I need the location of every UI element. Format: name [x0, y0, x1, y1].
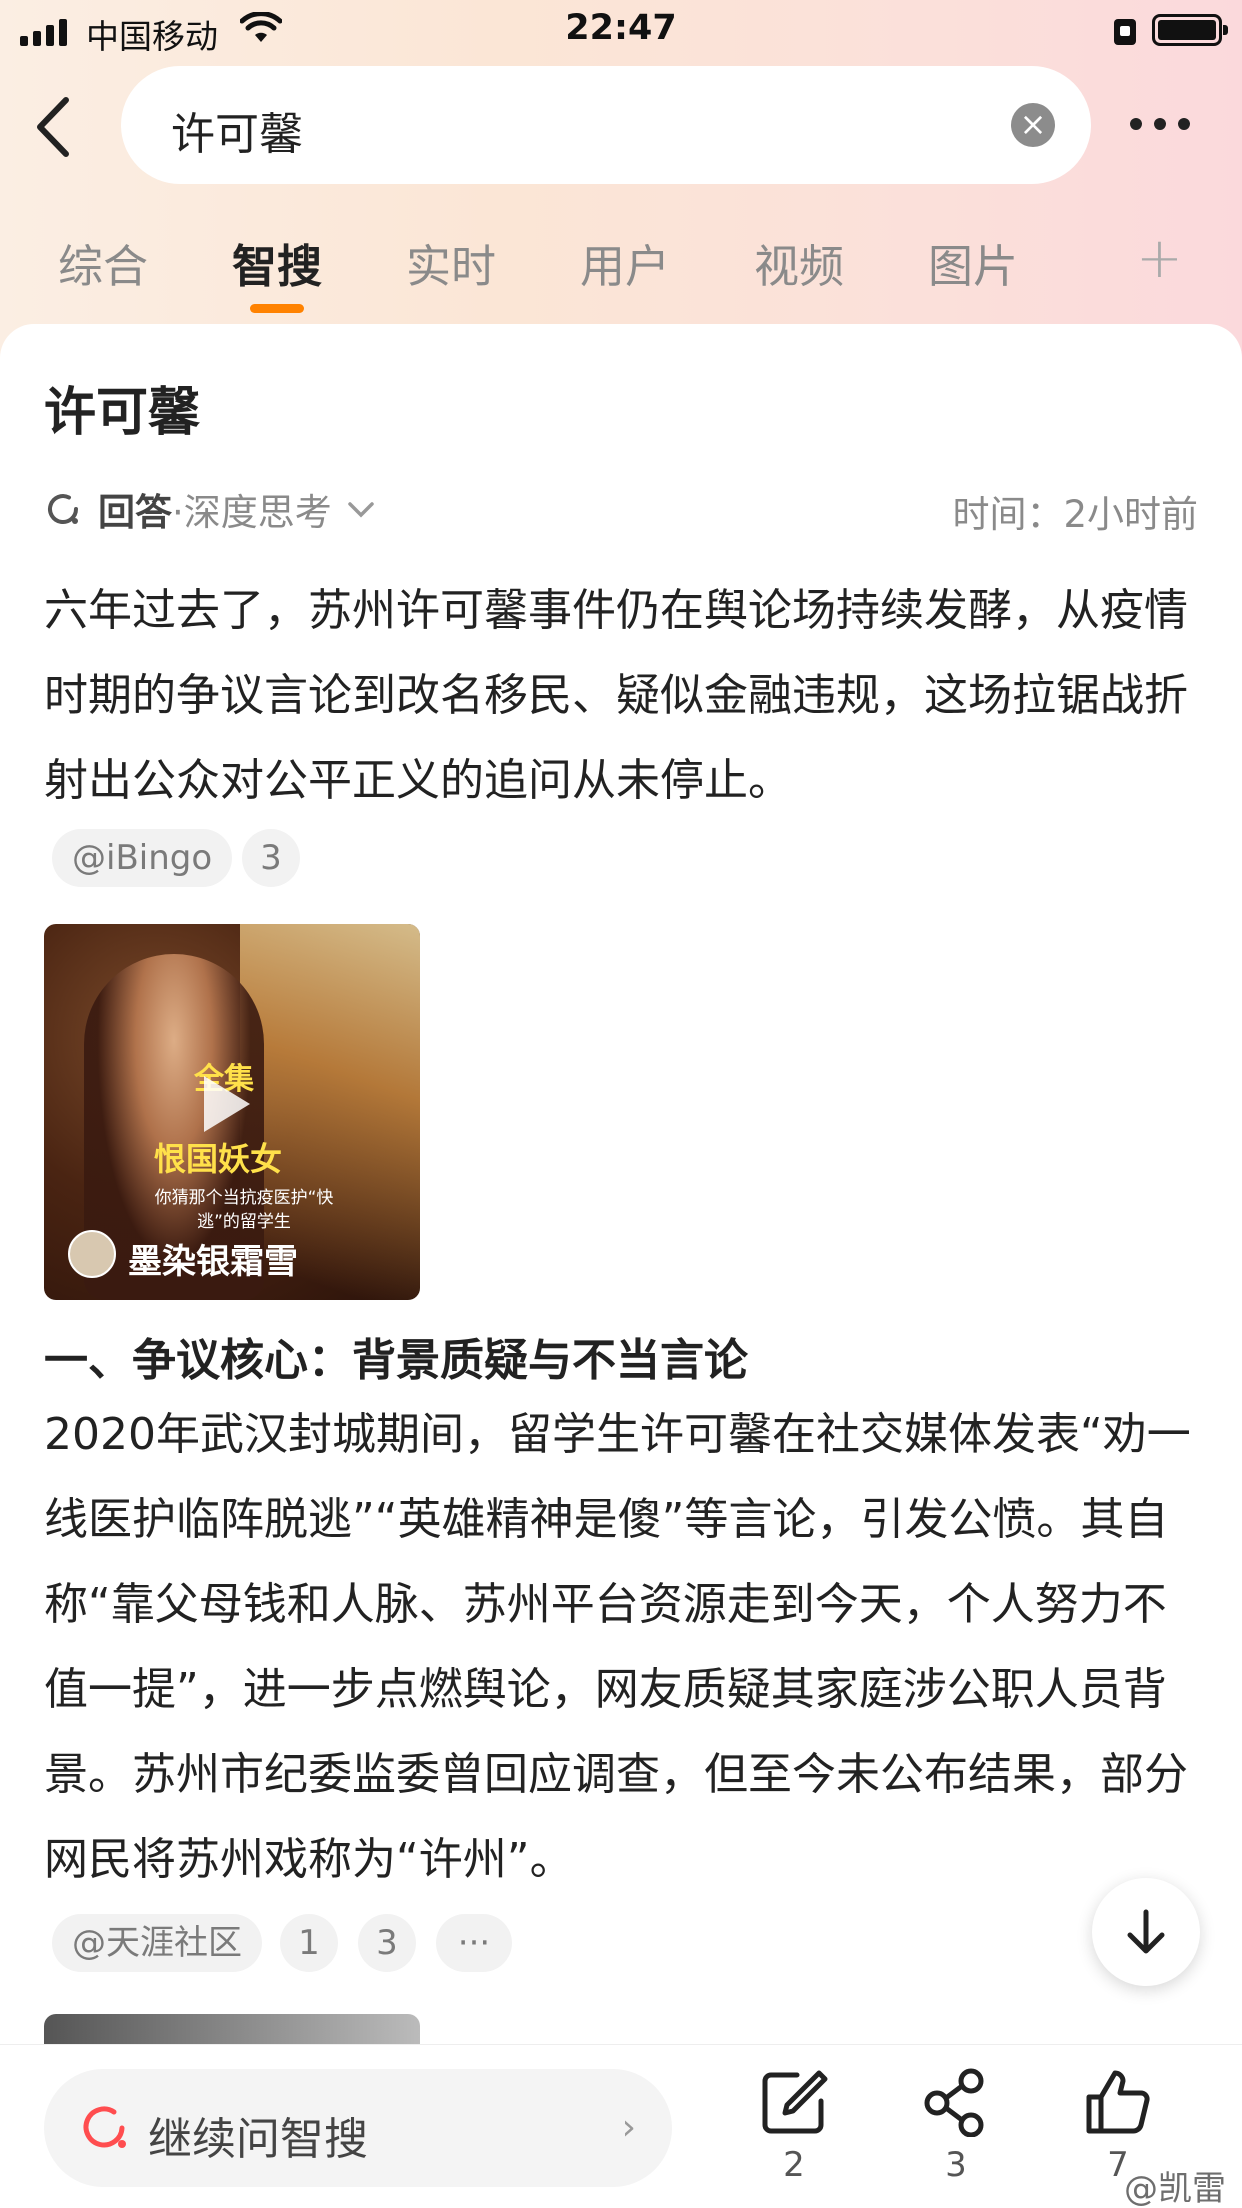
follow-up-input[interactable]: 继续问智搜 ›	[44, 2069, 672, 2187]
tab-comprehensive[interactable]: 综合	[58, 230, 148, 295]
source-chip[interactable]: @天涯社区	[52, 1914, 262, 1972]
bottom-bar: 继续问智搜 › 2 3 7 @凯雷	[0, 2044, 1242, 2208]
search-query: 许可馨	[171, 109, 303, 160]
watermark: @凯雷	[1124, 2169, 1226, 2208]
active-tab-indicator	[250, 304, 304, 313]
scroll-down-button[interactable]	[1092, 1878, 1200, 1986]
arrow-down-icon	[1127, 1909, 1165, 1954]
more-sources-chip[interactable]: ···	[436, 1914, 512, 1972]
answer-mode-label: ·深度思考	[172, 491, 332, 534]
orientation-lock-icon	[1112, 16, 1138, 56]
share-button[interactable]: 3	[896, 2067, 1016, 2185]
video-overlay-caption: 你猜那个当抗疫医护“快逃”的留学生	[154, 1188, 334, 1232]
tab-images[interactable]: 图片	[928, 230, 1018, 295]
back-button[interactable]	[30, 92, 80, 162]
chevron-down-icon	[348, 502, 374, 518]
thumbs-up-icon	[1086, 2070, 1150, 2134]
video-overlay-subtitle: 恨国妖女	[154, 1140, 283, 1178]
video-thumbnail[interactable]: 全集 恨国妖女 你猜那个当抗疫医护“快逃”的留学生 墨染银霜雪	[44, 924, 420, 1300]
chevron-right-icon: ›	[621, 2107, 636, 2148]
answer-time: 时间：2小时前	[952, 493, 1198, 536]
add-tab-button[interactable]: +	[1136, 226, 1183, 291]
section-paragraph: 2020年武汉封城期间，留学生许可馨在社交媒体发表“劝一线医护临阵脱逃”“英雄精…	[44, 1409, 1191, 1885]
smart-search-card: 许可馨 回答 ·深度思考 时间：2小时前 六年过去了，苏州许可馨事件仍在舆论场持…	[0, 324, 1242, 2054]
video-author: 墨染银霜雪	[128, 1242, 298, 1282]
page-title: 许可馨	[44, 383, 201, 443]
answer-mode-selector[interactable]: 回答 ·深度思考	[44, 482, 378, 536]
answer-label: 回答	[98, 491, 172, 534]
search-tabs: 综合 智搜 实时 用户 视频 图片	[0, 230, 1242, 310]
clear-search-button[interactable]: ×	[1011, 103, 1055, 147]
comment-count: 2	[783, 2145, 805, 2185]
share-icon	[924, 2068, 984, 2138]
loading-ring-icon	[48, 494, 78, 525]
edit-comment-icon	[762, 2070, 828, 2134]
status-time: 22:47	[565, 8, 677, 48]
source-chip[interactable]: @iBingo	[52, 829, 233, 887]
share-count: 3	[945, 2145, 967, 2185]
tab-videos[interactable]: 视频	[754, 230, 844, 295]
reference-chip[interactable]: 3	[358, 1914, 416, 1972]
more-options-button[interactable]	[1130, 118, 1190, 130]
play-icon[interactable]	[204, 1076, 250, 1132]
chevron-left-icon	[37, 97, 69, 157]
follow-up-placeholder: 继续问智搜	[148, 2114, 368, 2165]
avatar	[68, 1230, 116, 1278]
smart-search-icon	[83, 2106, 126, 2148]
reference-chip[interactable]: 1	[280, 1914, 338, 1972]
intro-paragraph: 六年过去了，苏州许可馨事件仍在舆论场持续发酵，从疫情时期的争议言论到改名移民、疑…	[44, 585, 1188, 806]
tab-smart-search[interactable]: 智搜	[232, 230, 322, 295]
section-heading: 一、争议核心：背景质疑与不当言论	[44, 1335, 748, 1386]
tab-realtime[interactable]: 实时	[406, 230, 496, 295]
tab-users[interactable]: 用户	[580, 230, 670, 295]
reference-count-chip[interactable]: 3	[242, 829, 300, 887]
battery-icon	[1152, 14, 1228, 46]
status-bar: 中国移动 22:47	[0, 0, 1242, 60]
search-input[interactable]: 许可馨 ×	[121, 66, 1091, 184]
comment-button[interactable]: 2	[734, 2067, 854, 2185]
